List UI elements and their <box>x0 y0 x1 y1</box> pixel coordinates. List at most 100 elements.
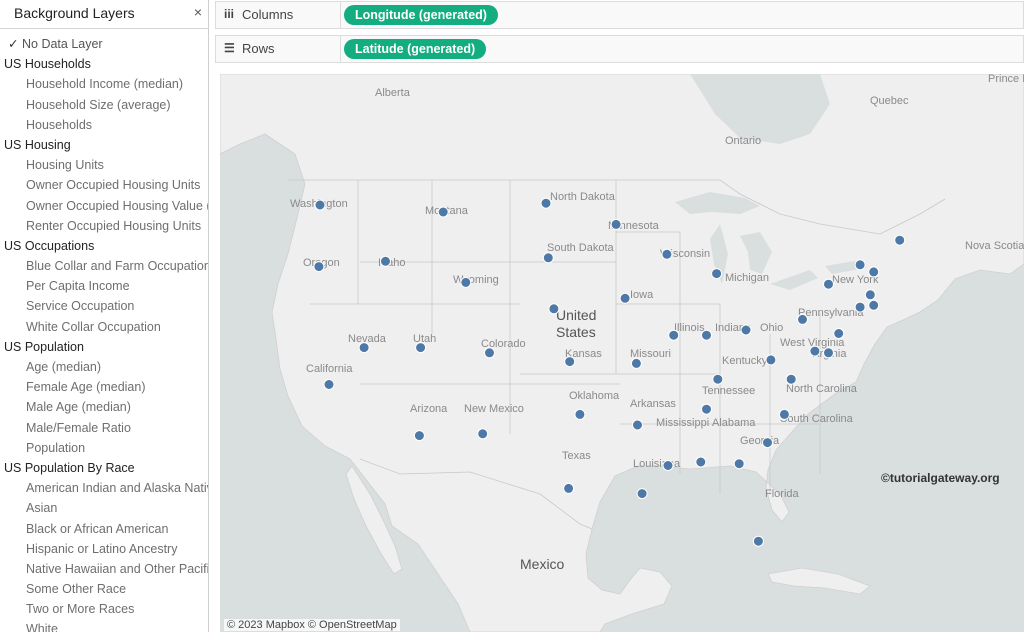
layer-item[interactable]: Household Size (average) <box>0 95 208 115</box>
rows-icon: ☰ <box>224 41 235 55</box>
layer-item[interactable]: Service Occupation <box>0 296 208 316</box>
state-marker[interactable] <box>630 357 642 369</box>
layer-item[interactable]: Population <box>0 438 208 458</box>
map-attribution[interactable]: © 2023 Mapbox © OpenStreetMap <box>224 619 400 631</box>
state-marker[interactable] <box>695 456 707 468</box>
layer-item[interactable]: Blue Collar and Farm Occupation <box>0 256 208 276</box>
state-marker[interactable] <box>785 373 797 385</box>
state-marker[interactable] <box>668 329 680 341</box>
longitude-pill[interactable]: Longitude (generated) <box>344 5 498 25</box>
state-marker[interactable] <box>778 408 790 420</box>
place-label: Florida <box>765 488 800 500</box>
place-label: Arizona <box>410 403 448 415</box>
state-marker[interactable] <box>437 206 449 218</box>
layer-item-label: No Data Layer <box>22 37 103 51</box>
state-marker[interactable] <box>740 324 752 336</box>
state-marker[interactable] <box>661 248 673 260</box>
state-marker[interactable] <box>636 488 648 500</box>
state-marker[interactable] <box>711 268 723 280</box>
state-marker[interactable] <box>574 408 586 420</box>
latitude-pill[interactable]: Latitude (generated) <box>344 39 487 59</box>
layer-item[interactable]: White <box>0 619 208 632</box>
layer-item[interactable]: Renter Occupied Housing Units <box>0 216 208 236</box>
layer-item[interactable]: Male Age (median) <box>0 397 208 417</box>
state-marker[interactable] <box>864 289 876 301</box>
layer-item[interactable]: Per Capita Income <box>0 276 208 296</box>
map-canvas[interactable]: Alberta Quebec Ontario Nova Scotia Princ… <box>220 74 1024 632</box>
close-icon[interactable]: × <box>194 4 202 20</box>
place-label: Tennessee <box>702 385 755 397</box>
layer-item[interactable]: Owner Occupied Housing Value ( <box>0 196 208 216</box>
layer-item[interactable]: Households <box>0 115 208 135</box>
state-marker[interactable] <box>854 259 866 271</box>
state-marker[interactable] <box>563 482 575 494</box>
state-marker[interactable] <box>542 252 554 264</box>
state-marker[interactable] <box>415 342 427 354</box>
state-marker[interactable] <box>632 419 643 431</box>
state-marker[interactable] <box>797 313 808 325</box>
layer-item[interactable]: Female Age (median) <box>0 377 208 397</box>
state-marker[interactable] <box>854 301 866 313</box>
layer-item[interactable]: Black or African American <box>0 519 208 539</box>
state-marker[interactable] <box>662 460 674 471</box>
state-marker[interactable] <box>323 379 335 390</box>
layer-item[interactable]: Male/Female Ratio <box>0 418 208 438</box>
state-marker[interactable] <box>701 329 712 341</box>
state-marker[interactable] <box>313 261 325 273</box>
state-marker[interactable] <box>548 303 560 315</box>
place-label: Georgia <box>740 435 780 447</box>
layer-item[interactable]: Housing Units <box>0 155 208 175</box>
state-marker[interactable] <box>477 428 489 440</box>
state-marker[interactable] <box>762 437 773 449</box>
state-marker[interactable] <box>380 255 391 267</box>
layer-item[interactable]: White Collar Occupation <box>0 317 208 337</box>
state-marker[interactable] <box>868 299 880 311</box>
state-marker[interactable] <box>868 266 880 278</box>
state-marker[interactable] <box>733 458 745 470</box>
state-marker[interactable] <box>460 276 472 288</box>
place-label: Kentucky <box>722 355 768 367</box>
state-marker[interactable] <box>823 278 834 290</box>
layer-item[interactable]: Household Income (median) <box>0 74 208 94</box>
layer-item[interactable]: Native Hawaiian and Other Pacific <box>0 559 208 579</box>
state-marker[interactable] <box>564 356 576 368</box>
state-marker[interactable] <box>823 347 834 359</box>
state-marker[interactable] <box>484 347 495 359</box>
state-marker[interactable] <box>413 430 425 442</box>
place-label: Utah <box>413 333 436 345</box>
place-label: Alberta <box>375 87 411 99</box>
layer-item[interactable]: American Indian and Alaska Nativ <box>0 478 208 498</box>
layer-item[interactable]: Two or More Races <box>0 599 208 619</box>
columns-shelf[interactable]: iii Columns Longitude (generated) <box>215 1 1024 29</box>
state-marker[interactable] <box>314 199 326 211</box>
state-marker[interactable] <box>809 345 821 357</box>
layer-list: ✓ No Data Layer US Households Household I… <box>0 34 208 632</box>
map-view[interactable]: Alberta Quebec Ontario Nova Scotia Princ… <box>220 74 1024 632</box>
place-label: Pennsylvania <box>798 307 864 319</box>
state-marker[interactable] <box>752 535 764 547</box>
layer-item-no-data[interactable]: ✓ No Data Layer <box>0 34 208 54</box>
layer-item[interactable]: Age (median) <box>0 357 208 377</box>
place-label: South Dakota <box>547 242 615 254</box>
state-marker[interactable] <box>765 354 777 366</box>
watermark: ©tutorialgateway.org <box>881 471 1000 485</box>
columns-icon: iii <box>224 7 235 21</box>
layer-group-header: US Population <box>4 339 84 354</box>
layer-item[interactable]: Asian <box>0 498 208 518</box>
state-marker[interactable] <box>610 218 622 230</box>
state-marker[interactable] <box>833 328 845 339</box>
state-marker[interactable] <box>540 197 552 209</box>
layer-item[interactable]: Owner Occupied Housing Units <box>0 175 208 195</box>
state-marker[interactable] <box>358 342 370 354</box>
rows-shelf[interactable]: ☰ Rows Latitude (generated) <box>215 35 1024 63</box>
state-marker[interactable] <box>894 234 906 246</box>
state-marker[interactable] <box>712 373 724 385</box>
layer-item[interactable]: Some Other Race <box>0 579 208 599</box>
state-marker[interactable] <box>701 403 712 415</box>
place-label: Texas <box>562 450 591 462</box>
place-label: North Carolina <box>786 383 858 395</box>
layer-group-header: US Occupations <box>4 238 95 253</box>
state-marker[interactable] <box>619 292 631 304</box>
layer-item[interactable]: Hispanic or Latino Ancestry <box>0 539 208 559</box>
place-label: California <box>306 363 353 375</box>
